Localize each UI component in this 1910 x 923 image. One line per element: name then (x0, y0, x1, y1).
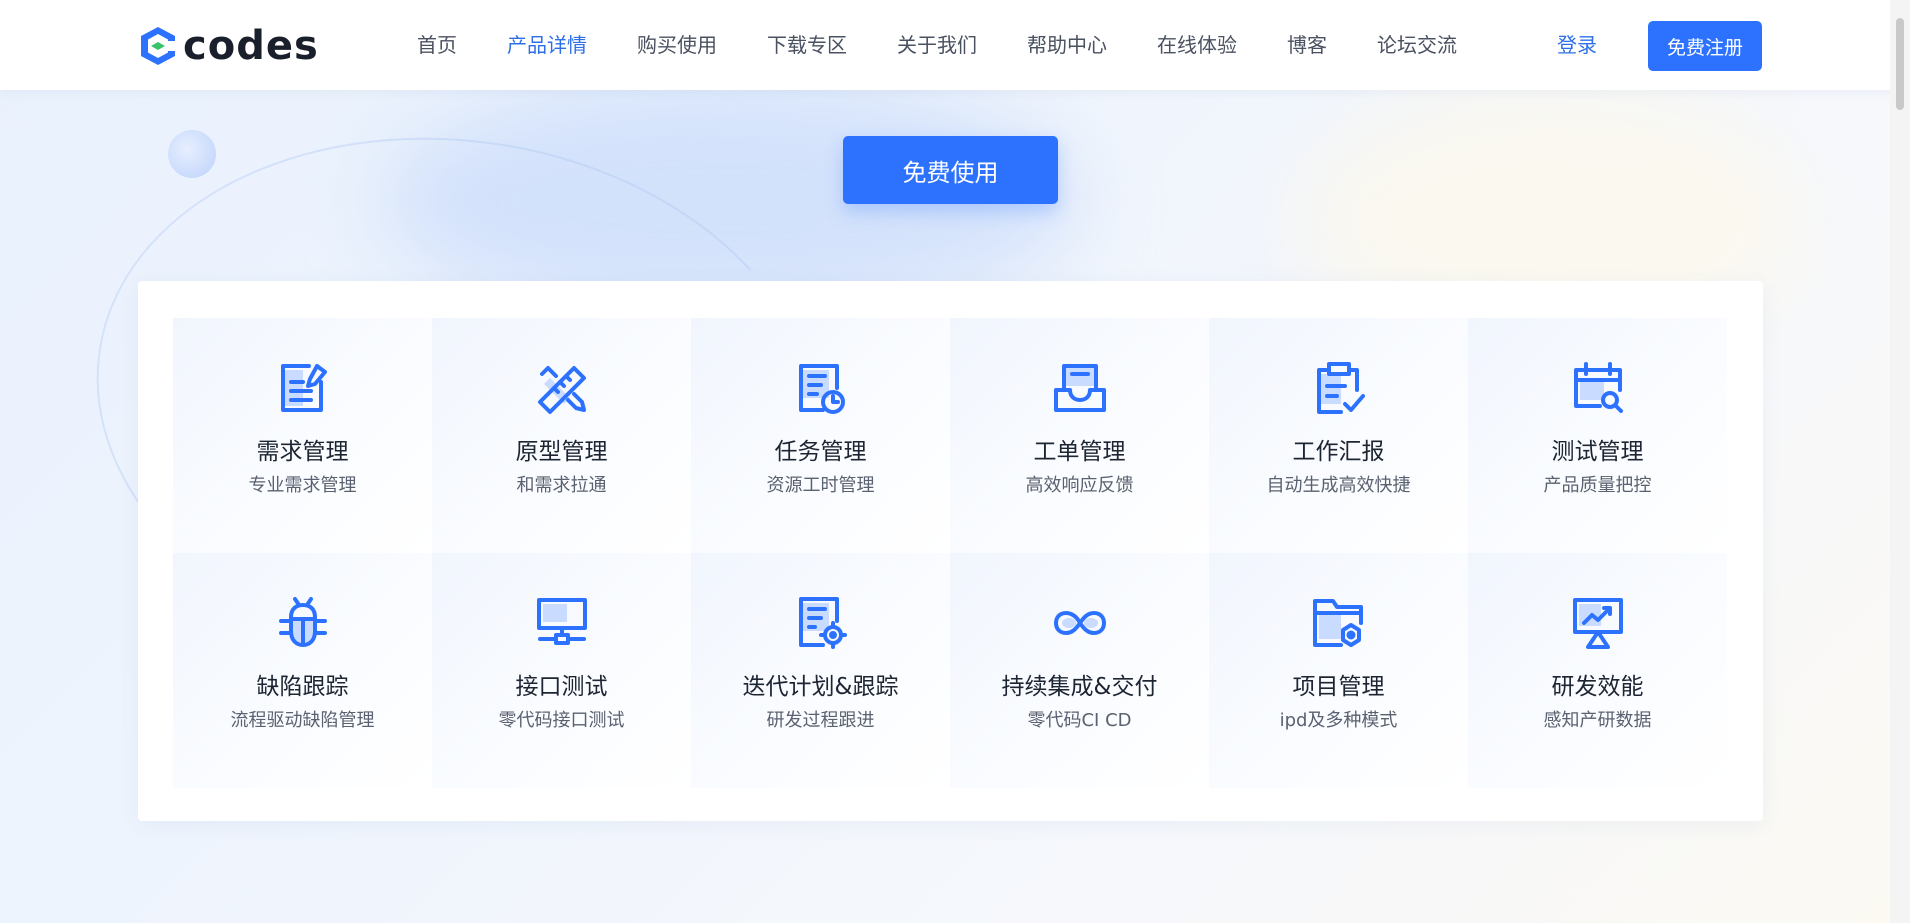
feature-subtitle: 自动生成高效快捷 (1266, 475, 1411, 496)
nav-item-product-details[interactable]: 产品详情 (507, 32, 587, 58)
feature-card-iteration-planning[interactable]: 迭代计划&跟踪 研发过程跟进 (691, 553, 950, 788)
feature-title: 缺陷跟踪 (256, 674, 349, 700)
feature-title: 工单管理 (1033, 439, 1126, 465)
feature-card-tickets[interactable]: 工单管理 高效响应反馈 (950, 318, 1209, 553)
scrollbar-thumb[interactable] (1896, 18, 1904, 110)
nav-item-about[interactable]: 关于我们 (897, 32, 977, 58)
ruler-pencil-icon (537, 366, 586, 414)
feature-card-bug-tracking[interactable]: 缺陷跟踪 流程驱动缺陷管理 (173, 553, 432, 788)
clipboard-check-icon (1316, 362, 1365, 414)
task-clock-icon (798, 364, 845, 414)
nav-item-online-trial[interactable]: 在线体验 (1157, 32, 1237, 58)
presentation-chart-icon (1572, 598, 1623, 649)
feature-subtitle: 零代码接口测试 (498, 710, 625, 731)
nav-item-home[interactable]: 首页 (417, 32, 457, 58)
feature-title: 原型管理 (515, 439, 608, 465)
feature-card-rd-efficiency[interactable]: 研发效能 感知产研数据 (1468, 553, 1727, 788)
feature-subtitle: 和需求拉通 (516, 475, 607, 496)
feature-subtitle: 专业需求管理 (248, 475, 357, 496)
login-link[interactable]: 登录 (1557, 32, 1597, 58)
feature-title: 工作汇报 (1292, 439, 1385, 465)
feature-subtitle: 高效响应反馈 (1025, 475, 1134, 496)
page-scrollbar[interactable] (1890, 0, 1910, 923)
nav-item-purchase[interactable]: 购买使用 (637, 32, 717, 58)
free-use-button[interactable]: 免费使用 (843, 136, 1058, 204)
feature-title: 需求管理 (256, 439, 349, 465)
nav-item-blog[interactable]: 博客 (1287, 32, 1327, 58)
feature-card-api-testing[interactable]: 接口测试 零代码接口测试 (432, 553, 691, 788)
feature-card-work-report[interactable]: 工作汇报 自动生成高效快捷 (1209, 318, 1468, 553)
brand-name: codes (183, 23, 319, 69)
bug-icon (278, 597, 327, 647)
feature-card-prototype[interactable]: 原型管理 和需求拉通 (432, 318, 691, 553)
feature-title: 持续集成&交付 (1001, 674, 1158, 700)
feature-card-tasks[interactable]: 任务管理 资源工时管理 (691, 318, 950, 553)
features-grid: 需求管理 专业需求管理 原型管理 和需求拉通 任务管理 资源工时管理 工单管理 … (173, 318, 1727, 788)
site-logo[interactable]: codes (137, 24, 319, 68)
register-button[interactable]: 免费注册 (1648, 21, 1762, 71)
feature-subtitle: 感知产研数据 (1543, 710, 1652, 731)
top-header: codes 首页 产品详情 购买使用 下载专区 关于我们 帮助中心 在线体验 博… (0, 0, 1910, 90)
nav-item-download[interactable]: 下载专区 (767, 32, 847, 58)
feature-subtitle: 零代码CI CD (1027, 710, 1132, 731)
monitor-network-icon (536, 598, 587, 645)
codes-logo-icon (141, 27, 177, 65)
feature-card-requirements[interactable]: 需求管理 专业需求管理 (173, 318, 432, 553)
feature-subtitle: ipd及多种模式 (1279, 710, 1398, 731)
infinity-loop-icon (1053, 611, 1106, 635)
feature-title: 迭代计划&跟踪 (742, 674, 899, 700)
calendar-search-icon (1573, 362, 1623, 413)
decorative-circle (168, 130, 216, 178)
feature-title: 接口测试 (515, 674, 608, 700)
feature-card-ci-cd[interactable]: 持续集成&交付 零代码CI CD (950, 553, 1209, 788)
requirement-doc-icon (280, 364, 327, 412)
feature-title: 研发效能 (1551, 674, 1644, 700)
feature-subtitle: 产品质量把控 (1543, 475, 1652, 496)
nav-item-forum[interactable]: 论坛交流 (1377, 32, 1457, 58)
feature-subtitle: 研发过程跟进 (766, 710, 875, 731)
feature-title: 项目管理 (1292, 674, 1385, 700)
doc-target-icon (798, 597, 847, 649)
feature-title: 任务管理 (774, 439, 867, 465)
features-panel: 需求管理 专业需求管理 原型管理 和需求拉通 任务管理 资源工时管理 工单管理 … (138, 281, 1763, 821)
folder-hex-icon (1312, 599, 1363, 647)
feature-card-project-management[interactable]: 项目管理 ipd及多种模式 (1209, 553, 1468, 788)
feature-subtitle: 资源工时管理 (766, 475, 875, 496)
nav-item-help[interactable]: 帮助中心 (1027, 32, 1107, 58)
feature-title: 测试管理 (1551, 439, 1644, 465)
inbox-tray-icon (1053, 364, 1106, 412)
feature-subtitle: 流程驱动缺陷管理 (230, 710, 375, 731)
feature-card-testing[interactable]: 测试管理 产品质量把控 (1468, 318, 1727, 553)
